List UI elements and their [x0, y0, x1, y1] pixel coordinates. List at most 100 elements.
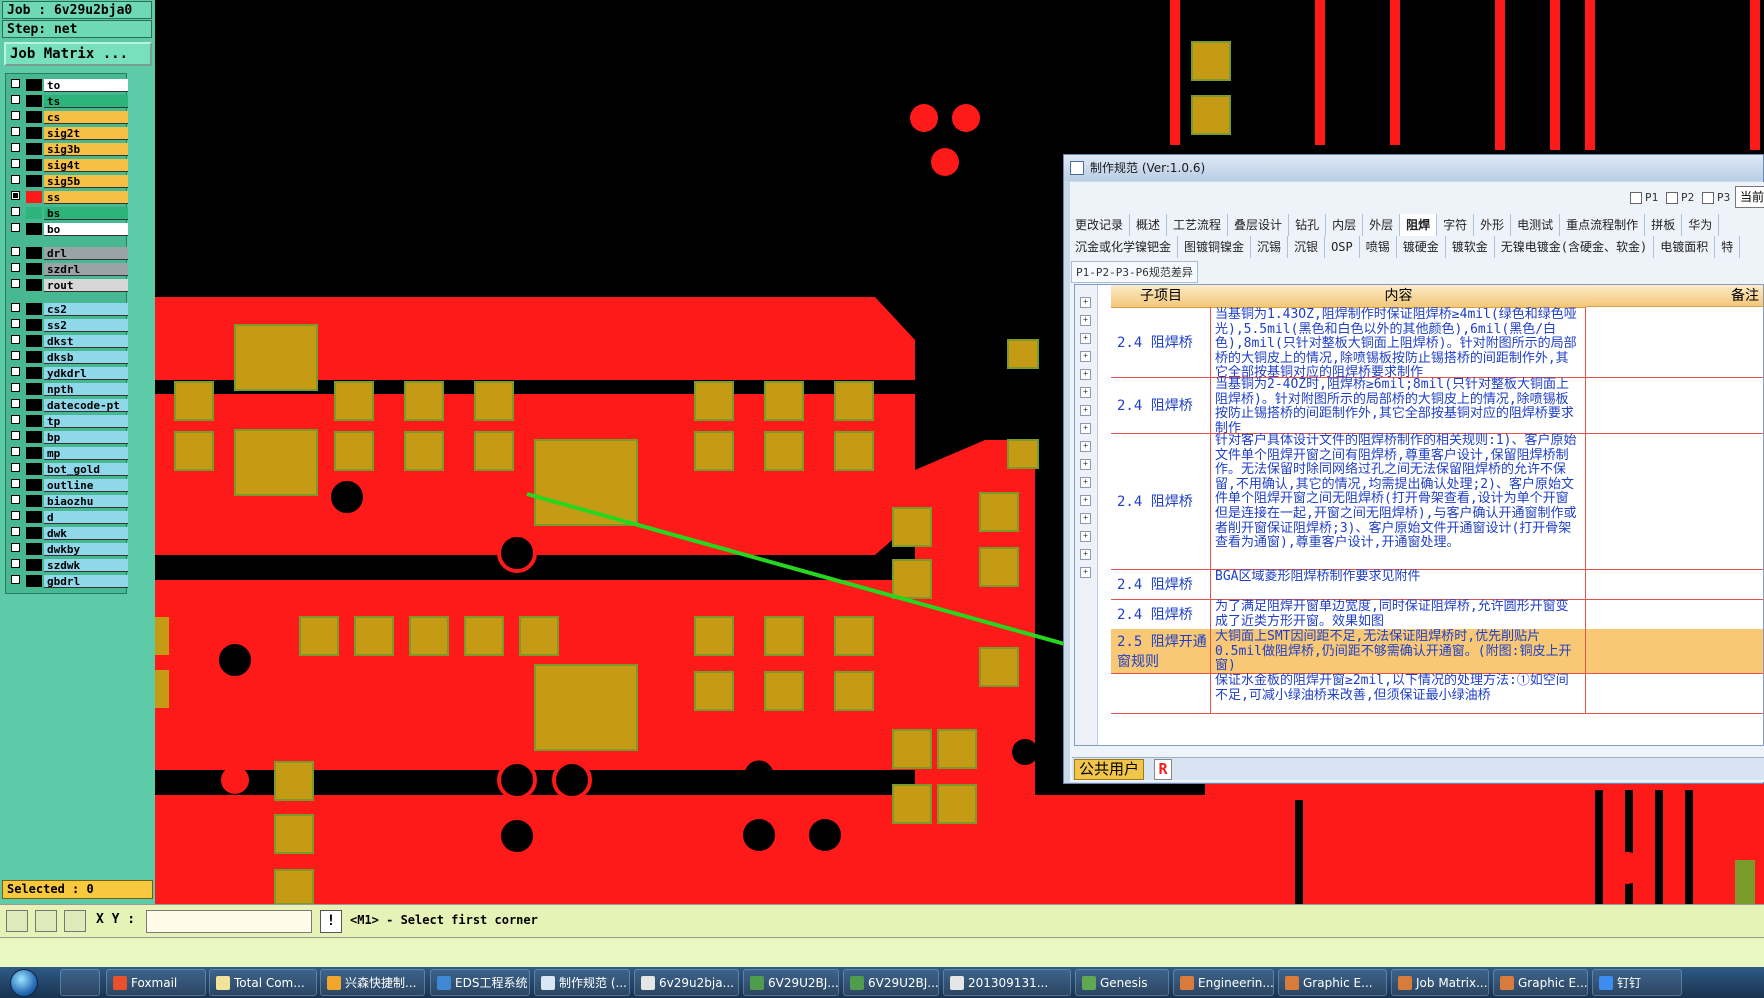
- layer-name[interactable]: gbdrl: [44, 575, 128, 588]
- layer-checkbox[interactable]: [11, 399, 20, 408]
- expand-icon[interactable]: +: [1080, 351, 1091, 362]
- layer-swatch[interactable]: [26, 319, 42, 331]
- job-matrix-button[interactable]: Job Matrix ...: [4, 42, 152, 66]
- layer-swatch[interactable]: [26, 191, 42, 203]
- layer-row[interactable]: datecode-pt: [6, 398, 128, 412]
- taskbar-button[interactable]: 兴森快捷制...: [320, 969, 425, 996]
- layer-swatch[interactable]: [26, 527, 42, 539]
- layer-swatch[interactable]: [26, 143, 42, 155]
- layer-checkbox[interactable]: [11, 191, 20, 200]
- layer-name[interactable]: cs: [44, 111, 128, 124]
- expand-icon[interactable]: +: [1080, 333, 1091, 344]
- spec-tab[interactable]: 拼板: [1645, 214, 1683, 236]
- layer-row[interactable]: npth: [6, 382, 128, 396]
- layer-swatch[interactable]: [26, 111, 42, 123]
- taskbar-button[interactable]: 6V29U2BJ...: [843, 969, 939, 996]
- layer-checkbox[interactable]: [11, 263, 20, 272]
- layer-checkbox[interactable]: [11, 95, 20, 104]
- layer-swatch[interactable]: [26, 399, 42, 411]
- expand-icon[interactable]: +: [1080, 459, 1091, 470]
- layer-checkbox[interactable]: [11, 527, 20, 536]
- expand-icon[interactable]: +: [1080, 531, 1091, 542]
- layer-swatch[interactable]: [26, 207, 42, 219]
- layer-row[interactable]: outline: [6, 478, 128, 492]
- layer-name[interactable]: ts: [44, 95, 128, 108]
- spec-subtab[interactable]: 喷锡: [1360, 236, 1397, 258]
- layer-row[interactable]: cs2: [6, 302, 128, 316]
- layer-row[interactable]: to: [6, 78, 128, 92]
- layer-row[interactable]: bs: [6, 206, 128, 220]
- taskbar-button[interactable]: EDS工程系统: [430, 969, 530, 996]
- spec-tab[interactable]: 外层: [1363, 214, 1401, 236]
- layer-name[interactable]: drl: [44, 247, 128, 260]
- xy-input[interactable]: [146, 910, 312, 933]
- layer-name[interactable]: npth: [44, 383, 128, 396]
- spec-subtab[interactable]: 沉金或化学镍钯金: [1069, 236, 1179, 258]
- spec-tab[interactable]: 阻焊: [1400, 214, 1438, 236]
- spec-subtab[interactable]: 沉银: [1288, 236, 1326, 258]
- layer-swatch[interactable]: [26, 303, 42, 315]
- layer-row[interactable]: bot_gold: [6, 462, 128, 476]
- layer-checkbox[interactable]: [11, 351, 20, 360]
- message-icon[interactable]: !: [320, 910, 342, 933]
- taskbar-button[interactable]: Job Matrix...: [1391, 969, 1489, 996]
- layer-name[interactable]: biaozhu: [44, 495, 128, 508]
- layer-row[interactable]: gbdrl: [6, 574, 128, 588]
- layer-row[interactable]: ss2: [6, 318, 128, 332]
- spec-tab[interactable]: 叠层设计: [1228, 214, 1290, 236]
- taskbar-button[interactable]: 制作规范 (...: [534, 969, 630, 996]
- spec-row[interactable]: 2.4 阻焊桥 为了满足阻焊开窗单边宽度,同时保证阻焊桥,允许圆形开窗变成了近类方…: [1111, 599, 1763, 630]
- taskbar-button[interactable]: 201309131...: [943, 969, 1071, 996]
- expand-icon[interactable]: +: [1080, 369, 1091, 380]
- layer-checkbox[interactable]: [11, 335, 20, 344]
- layer-swatch[interactable]: [26, 351, 42, 363]
- layer-swatch[interactable]: [26, 335, 42, 347]
- layer-row[interactable]: ts: [6, 94, 128, 108]
- spec-subtab[interactable]: 镀软金: [1446, 236, 1495, 258]
- layer-name[interactable]: to: [44, 79, 128, 92]
- taskbar-button[interactable]: 6V29U2BJ...: [743, 969, 839, 996]
- layer-row[interactable]: d: [6, 510, 128, 524]
- layer-checkbox[interactable]: [11, 319, 20, 328]
- layer-name[interactable]: dksb: [44, 351, 128, 364]
- spec-window-titlebar[interactable]: 制作规范 (Ver:1.0.6): [1064, 155, 1763, 181]
- layer-row[interactable]: mp: [6, 446, 128, 460]
- layer-swatch[interactable]: [26, 127, 42, 139]
- start-button[interactable]: [4, 967, 50, 998]
- taskbar-button[interactable]: 6v29u2bja...: [634, 969, 739, 996]
- layer-checkbox[interactable]: [11, 431, 20, 440]
- layer-row[interactable]: biaozhu: [6, 494, 128, 508]
- layer-swatch[interactable]: [26, 247, 42, 259]
- taskbar-button[interactable]: Total Com...: [209, 969, 317, 996]
- layer-checkbox[interactable]: [11, 383, 20, 392]
- layer-checkbox[interactable]: [11, 479, 20, 488]
- layer-row[interactable]: dksb: [6, 350, 128, 364]
- layer-name[interactable]: ydkdrl: [44, 367, 128, 380]
- grid-tool-icon[interactable]: [64, 910, 86, 932]
- layer-name[interactable]: szdrl: [44, 263, 128, 276]
- layer-name[interactable]: bot_gold: [44, 463, 128, 476]
- layer-name[interactable]: dwk: [44, 527, 128, 540]
- layer-swatch[interactable]: [26, 495, 42, 507]
- spec-subtab[interactable]: 电镀面积: [1654, 236, 1716, 258]
- layer-swatch[interactable]: [26, 447, 42, 459]
- layer-name[interactable]: outline: [44, 479, 128, 492]
- layer-name[interactable]: szdwk: [44, 559, 128, 572]
- layer-swatch[interactable]: [26, 263, 42, 275]
- spec-subtab[interactable]: 沉锡: [1251, 236, 1289, 258]
- layer-row[interactable]: drl: [6, 246, 128, 260]
- measure-tool-icon[interactable]: [35, 910, 57, 932]
- layer-name[interactable]: ss: [44, 191, 128, 204]
- layer-name[interactable]: dwkby: [44, 543, 128, 556]
- layer-checkbox[interactable]: [11, 367, 20, 376]
- layer-swatch[interactable]: [26, 479, 42, 491]
- spec-tab[interactable]: 内层: [1326, 214, 1364, 236]
- expand-icon[interactable]: +: [1080, 297, 1091, 308]
- layer-swatch[interactable]: [26, 559, 42, 571]
- layer-swatch[interactable]: [26, 79, 42, 91]
- layer-row[interactable]: szdwk: [6, 558, 128, 572]
- layer-checkbox[interactable]: [11, 543, 20, 552]
- layer-swatch[interactable]: [26, 175, 42, 187]
- spec-subtab[interactable]: 特: [1715, 236, 1741, 258]
- layer-row[interactable]: dwkby: [6, 542, 128, 556]
